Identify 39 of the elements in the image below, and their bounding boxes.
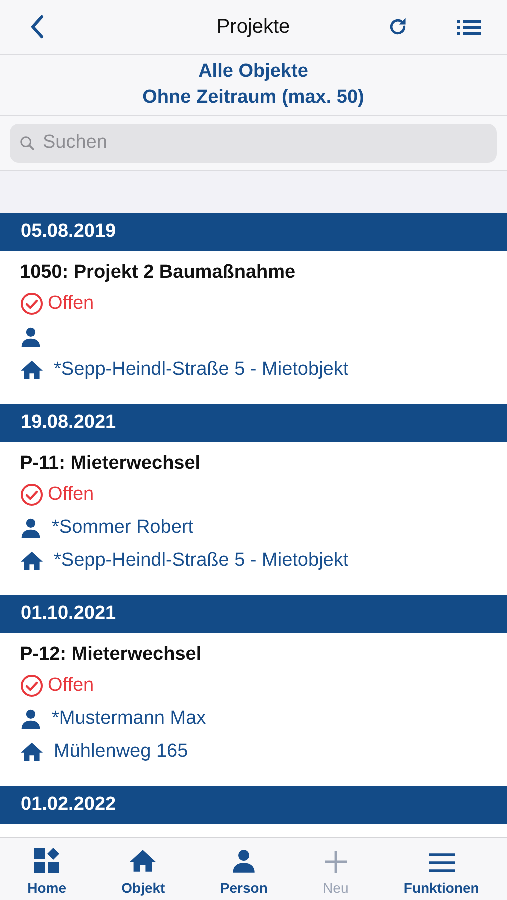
menu-icon [428,852,455,874]
person-icon [20,516,42,538]
search-field[interactable]: Suchen [10,124,497,162]
status-label: Offen [48,674,94,696]
plus-icon [324,850,348,874]
tab-button[interactable]: Home [24,838,70,900]
person-name[interactable]: *Mustermann Max [52,708,206,730]
person-icon [231,848,258,874]
tab-button[interactable]: Funktionen [400,838,484,900]
check-circle-icon [20,674,44,698]
property-name[interactable]: Mühlenweg 165 [54,740,188,762]
person-icon [20,708,42,730]
project-title[interactable]: 1050: Projekt 2 Baumaßnahme [20,262,296,284]
date-label: 19.08.2021 [21,412,116,434]
tab-button[interactable]: Person [216,838,272,900]
person-name[interactable]: *Sommer Robert [52,516,194,538]
house-icon [20,550,44,572]
status-label: Offen [48,292,94,314]
date-label: 01.10.2021 [21,603,116,625]
house-icon [20,358,44,380]
filter-label[interactable]: Alle Objekte [198,61,308,83]
property-name[interactable]: *Sepp-Heindl-Straße 5 - Mietobjekt [54,358,349,380]
screen-title: Projekte [216,16,290,38]
house-icon [20,740,44,762]
back-icon[interactable] [30,15,44,39]
project-title[interactable]: P-11: Mieterwechsel [20,453,201,475]
check-circle-icon [20,292,44,316]
project-title[interactable]: P-12: Mieterwechsel [20,644,202,666]
date-label: 01.02.2022 [21,794,116,816]
property-name[interactable]: *Sepp-Heindl-Straße 5 - Mietobjekt [54,550,349,572]
person-icon [20,326,42,348]
tab-button[interactable]: Objekt [118,838,170,900]
status-label: Offen [48,484,94,506]
house-icon [130,848,156,874]
list-icon[interactable] [457,18,481,36]
date-label: 05.08.2019 [21,221,116,243]
tiles-icon [34,848,60,874]
period-label[interactable]: Ohne Zeitraum (max. 50) [142,87,364,109]
check-circle-icon [20,482,44,506]
